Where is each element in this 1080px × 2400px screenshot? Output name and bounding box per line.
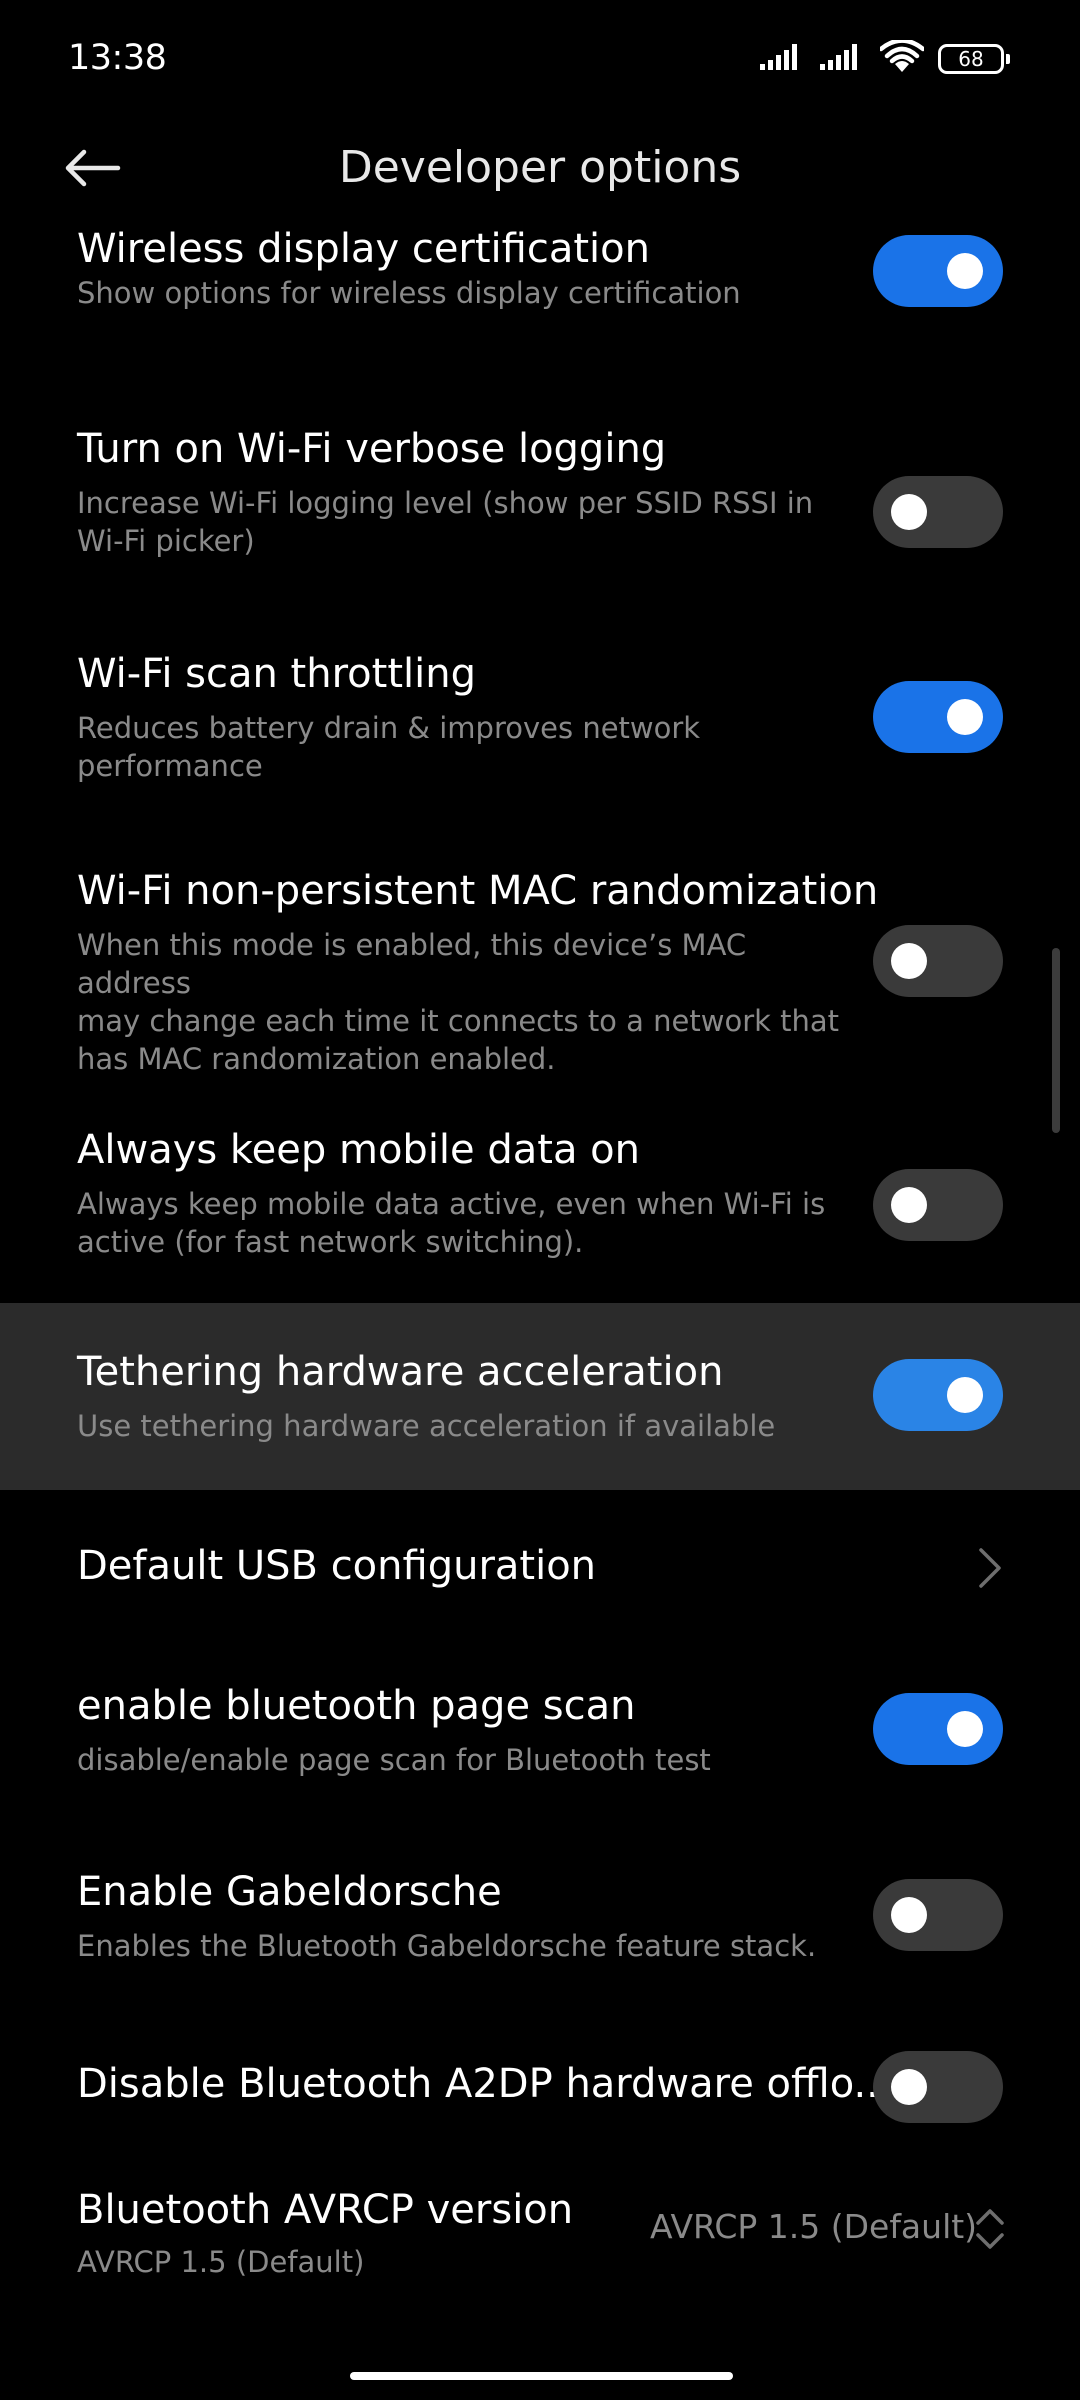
updown-chevron-icon: [974, 2205, 1006, 2257]
setting-mobile-data-always-on[interactable]: Always keep mobile data on Always keep m…: [0, 1093, 1080, 1303]
wifi-icon: [878, 38, 926, 78]
settings-list: Wireless display certification Show opti…: [0, 222, 1080, 2311]
setting-enable-gabeldorsche[interactable]: Enable Gabeldorsche Enables the Bluetoot…: [0, 1834, 1080, 2021]
setting-wireless-display-certification[interactable]: Wireless display certification Show opti…: [0, 222, 1080, 380]
setting-subtitle: When this mode is enabled, this device’s…: [77, 926, 857, 1078]
status-icons: 68: [760, 38, 1010, 80]
setting-subtitle: Increase Wi-Fi logging level (show per S…: [77, 484, 857, 560]
toggle-switch[interactable]: [873, 681, 1003, 753]
toggle-switch[interactable]: [873, 2051, 1003, 2123]
avrcp-version-select[interactable]: AVRCP 1.5 (Default): [650, 2207, 977, 2246]
gesture-nav-handle[interactable]: [350, 2372, 733, 2380]
subtitle-line: Always keep mobile data active, even whe…: [77, 1187, 826, 1221]
setting-bluetooth-avrcp-version[interactable]: Bluetooth AVRCP version AVRCP 1.5 (Defau…: [0, 2171, 1080, 2311]
setting-subtitle: disable/enable page scan for Bluetooth t…: [77, 1743, 711, 1777]
toggle-switch[interactable]: [873, 1879, 1003, 1951]
setting-subtitle: Always keep mobile data active, even whe…: [77, 1185, 857, 1261]
toggle-knob: [947, 1711, 983, 1747]
subtitle-line: When this mode is enabled, this device’s…: [77, 928, 747, 1000]
setting-title: Turn on Wi-Fi verbose logging: [77, 426, 667, 472]
setting-wifi-mac-randomization[interactable]: Wi-Fi non-persistent MAC randomization W…: [0, 830, 1080, 1093]
setting-title: Always keep mobile data on: [77, 1127, 641, 1173]
setting-subtitle: AVRCP 1.5 (Default): [77, 2245, 365, 2279]
setting-title: Tethering hardware acceleration: [77, 1349, 724, 1395]
chevron-right-icon: [975, 1546, 1005, 1594]
subtitle-line: active (for fast network switching).: [77, 1225, 584, 1259]
toggle-knob: [891, 943, 927, 979]
toggle-knob: [947, 699, 983, 735]
toggle-switch[interactable]: [873, 235, 1003, 307]
subtitle-line: Increase Wi-Fi logging level (show per S…: [77, 486, 814, 520]
toggle-knob: [891, 2069, 927, 2105]
setting-title: enable bluetooth page scan: [77, 1683, 636, 1729]
setting-title: Bluetooth AVRCP version: [77, 2187, 574, 2233]
subtitle-line: Wi-Fi picker): [77, 524, 255, 558]
toggle-switch[interactable]: [873, 476, 1003, 548]
toggle-switch[interactable]: [873, 1693, 1003, 1765]
setting-title: Wireless display certification: [77, 226, 650, 272]
setting-bluetooth-page-scan[interactable]: enable bluetooth page scan disable/enabl…: [0, 1647, 1080, 1834]
status-bar: 13:38 68: [0, 0, 1080, 118]
setting-title: Enable Gabeldorsche: [77, 1869, 502, 1915]
subtitle-line: has MAC randomization enabled.: [77, 1042, 556, 1076]
setting-title: Default USB configuration: [77, 1543, 597, 1589]
setting-subtitle: Use tethering hardware acceleration if a…: [77, 1409, 776, 1443]
scroll-indicator[interactable]: [1052, 948, 1060, 1133]
setting-wifi-verbose-logging[interactable]: Turn on Wi-Fi verbose logging Increase W…: [0, 380, 1080, 605]
setting-subtitle: Reduces battery drain & improves network…: [77, 709, 857, 785]
setting-title: Wi-Fi non-persistent MAC randomization: [77, 868, 879, 914]
setting-disable-a2dp-hw-offload[interactable]: Disable Bluetooth A2DP hardware offlo...: [0, 2021, 1080, 2171]
toggle-knob: [947, 1377, 983, 1413]
signal-icon: [820, 42, 866, 76]
toggle-knob: [891, 494, 927, 530]
signal-icon: [760, 42, 806, 76]
toggle-switch[interactable]: [873, 1359, 1003, 1431]
top-app-bar: Developer options: [0, 118, 1080, 222]
battery-icon: 68: [938, 44, 1010, 74]
subtitle-line: Reduces battery drain & improves network: [77, 711, 701, 745]
toggle-knob: [891, 1187, 927, 1223]
setting-subtitle: Show options for wireless display certif…: [77, 276, 741, 310]
page-title: Developer options: [338, 142, 742, 193]
setting-title: Disable Bluetooth A2DP hardware offlo...: [77, 2061, 892, 2107]
toggle-knob: [891, 1897, 927, 1933]
setting-title: Wi-Fi scan throttling: [77, 651, 476, 697]
setting-subtitle: Enables the Bluetooth Gabeldorsche featu…: [77, 1929, 817, 1963]
status-time: 13:38: [68, 38, 167, 78]
setting-default-usb-configuration[interactable]: Default USB configuration: [0, 1490, 1080, 1647]
setting-tethering-hw-acceleration[interactable]: Tethering hardware acceleration Use teth…: [0, 1303, 1080, 1490]
subtitle-line: may change each time it connects to a ne…: [77, 1004, 840, 1038]
toggle-switch[interactable]: [873, 1169, 1003, 1241]
toggle-knob: [947, 253, 983, 289]
setting-wifi-scan-throttling[interactable]: Wi-Fi scan throttling Reduces battery dr…: [0, 605, 1080, 830]
toggle-switch[interactable]: [873, 925, 1003, 997]
subtitle-line: performance: [77, 749, 263, 783]
